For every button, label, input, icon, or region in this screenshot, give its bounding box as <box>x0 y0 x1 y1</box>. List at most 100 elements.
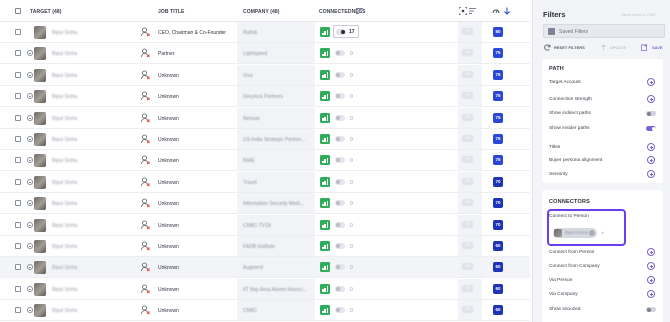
titles-filter[interactable]: Titles <box>549 145 560 150</box>
upload-icon[interactable] <box>600 44 607 51</box>
table-row[interactable]: Bipul Sinha Unknown CNBC-TV18 0 +60 70 <box>0 214 530 236</box>
row-checkbox[interactable] <box>15 157 21 164</box>
expand-row-icon[interactable] <box>27 157 33 164</box>
add-seniority-icon[interactable] <box>647 170 655 178</box>
company-name[interactable]: Augment <box>243 265 263 271</box>
add-person-icon[interactable]: + <box>601 231 605 237</box>
add-via-company-icon[interactable] <box>647 290 655 298</box>
connection-toggle[interactable] <box>335 93 345 100</box>
connect-from-company-filter[interactable]: Connect from Company <box>549 264 600 269</box>
expand-row-icon[interactable] <box>27 71 33 78</box>
table-row[interactable]: Bipul Sinha Unknown Travel 0 +60 70 <box>0 171 530 193</box>
company-name[interactable]: Rubrik <box>243 30 257 36</box>
add-buyer-persona-icon[interactable] <box>647 156 655 164</box>
remove-person-icon[interactable] <box>141 262 150 272</box>
person-name[interactable]: Bipul Sinha <box>52 308 77 314</box>
expand-row-icon[interactable] <box>27 307 33 314</box>
company-name[interactable]: US-India Strategic Partner... <box>243 137 305 143</box>
row-checkbox[interactable] <box>15 136 21 142</box>
remove-person-icon[interactable] <box>141 113 150 123</box>
remove-person-icon[interactable] <box>141 220 150 230</box>
connection-toggle[interactable] <box>335 50 345 57</box>
remove-person-icon[interactable] <box>141 134 150 144</box>
add-target-account-icon[interactable] <box>647 78 655 86</box>
seniority-filter[interactable]: Seniority <box>549 172 568 177</box>
via-person-filter[interactable]: Via Person <box>549 278 572 283</box>
show-snoozed-toggle[interactable] <box>646 307 656 312</box>
expand-row-icon[interactable] <box>27 93 33 100</box>
row-checkbox[interactable] <box>15 200 21 207</box>
company-name[interactable]: Viva <box>243 73 253 79</box>
gauge-icon[interactable] <box>492 7 500 15</box>
expand-row-icon[interactable] <box>27 285 33 292</box>
reset-icon[interactable] <box>544 44 551 51</box>
company-name[interactable]: Information Security Medi... <box>243 201 304 207</box>
row-checkbox[interactable] <box>15 71 21 78</box>
via-company-filter[interactable]: Via Company <box>549 292 578 297</box>
show-insider-paths-toggle[interactable] <box>646 126 656 131</box>
row-checkbox[interactable] <box>15 264 21 271</box>
company-name[interactable]: CNBC-TV18 <box>243 223 271 229</box>
remove-person-icon[interactable] <box>141 241 150 251</box>
remove-person-icon[interactable] <box>141 91 150 101</box>
remove-person-icon[interactable] <box>141 48 150 58</box>
remove-person-icon[interactable] <box>141 284 150 294</box>
buyer-persona-filter[interactable]: Buyer persona alignment <box>549 158 602 163</box>
remove-person-icon[interactable] <box>141 198 150 208</box>
connection-toggle[interactable] <box>335 114 345 121</box>
connection-toggle[interactable] <box>335 178 345 185</box>
table-row[interactable]: Bipul Sinha Unknown Greylock Partners 0 +60 7… <box>0 86 530 108</box>
table-row[interactable]: Bipul Sinha Unknown Information Security M… <box>0 193 530 215</box>
person-name[interactable]: Bipul Sinha <box>52 287 77 293</box>
expand-row-icon[interactable] <box>27 200 33 207</box>
table-row[interactable]: Bipul Sinha Unknown NIAE 0 +60 75 <box>0 150 530 172</box>
row-checkbox[interactable] <box>15 50 21 57</box>
connection-toggle[interactable] <box>336 29 346 35</box>
focus-icon[interactable] <box>459 7 467 15</box>
arrow-down-icon[interactable] <box>503 7 511 15</box>
expand-row-icon[interactable] <box>27 264 33 271</box>
header-company[interactable]: COMPANY (48) <box>243 9 280 15</box>
row-checkbox[interactable] <box>15 29 21 35</box>
expand-row-icon[interactable] <box>27 221 33 228</box>
remove-person-icon[interactable] <box>141 305 150 315</box>
connect-from-person-filter[interactable]: Connect from Person <box>549 250 594 255</box>
save-icon[interactable] <box>641 44 648 51</box>
connection-toggle[interactable] <box>335 243 345 249</box>
connection-toggle[interactable] <box>335 307 345 314</box>
expand-row-icon[interactable] <box>27 136 33 142</box>
selected-person-chip[interactable]: Bipul Sinha <box>553 228 597 238</box>
connection-toggle[interactable] <box>335 200 345 207</box>
add-connection-strength-icon[interactable] <box>647 95 655 103</box>
company-name[interactable]: Lightspeed <box>243 51 267 57</box>
company-name[interactable]: Greylock Partners <box>243 94 283 100</box>
show-indirect-paths-toggle[interactable] <box>646 111 656 116</box>
remove-person-icon[interactable] <box>141 177 150 187</box>
add-via-person-icon[interactable] <box>647 276 655 284</box>
row-checkbox[interactable] <box>15 93 21 100</box>
expand-row-icon[interactable] <box>27 178 33 185</box>
row-checkbox[interactable] <box>15 221 21 228</box>
sort-list-icon[interactable] <box>469 7 477 15</box>
connection-toggle[interactable] <box>335 221 345 228</box>
company-name[interactable]: Nexsan <box>243 116 260 122</box>
connection-count-box[interactable]: 17 <box>333 25 359 38</box>
row-checkbox[interactable] <box>15 114 21 121</box>
person-name[interactable]: Bipul Sinha <box>52 223 77 229</box>
row-checkbox[interactable] <box>15 243 21 249</box>
row-checkbox[interactable] <box>15 178 21 185</box>
row-checkbox[interactable] <box>15 307 21 314</box>
connection-toggle[interactable] <box>335 136 345 142</box>
connection-toggle[interactable] <box>335 157 345 164</box>
company-name[interactable]: Travel <box>243 180 257 186</box>
add-titles-icon[interactable] <box>647 143 655 151</box>
table-row[interactable]: Bipul Sinha Unknown US-India Strategic Par… <box>0 129 530 150</box>
company-name[interactable]: IIT Bay Area Alumni Associ... <box>243 287 307 293</box>
remove-person-icon[interactable] <box>141 27 150 37</box>
update-button[interactable]: UPDATE <box>610 45 626 50</box>
add-connect-from-company-icon[interactable] <box>647 262 655 270</box>
person-name[interactable]: Bipul Sinha <box>52 116 77 122</box>
remove-person-icon[interactable] <box>141 155 150 165</box>
person-name[interactable]: Bipul Sinha <box>52 201 77 207</box>
add-connect-from-person-icon[interactable] <box>647 248 655 256</box>
